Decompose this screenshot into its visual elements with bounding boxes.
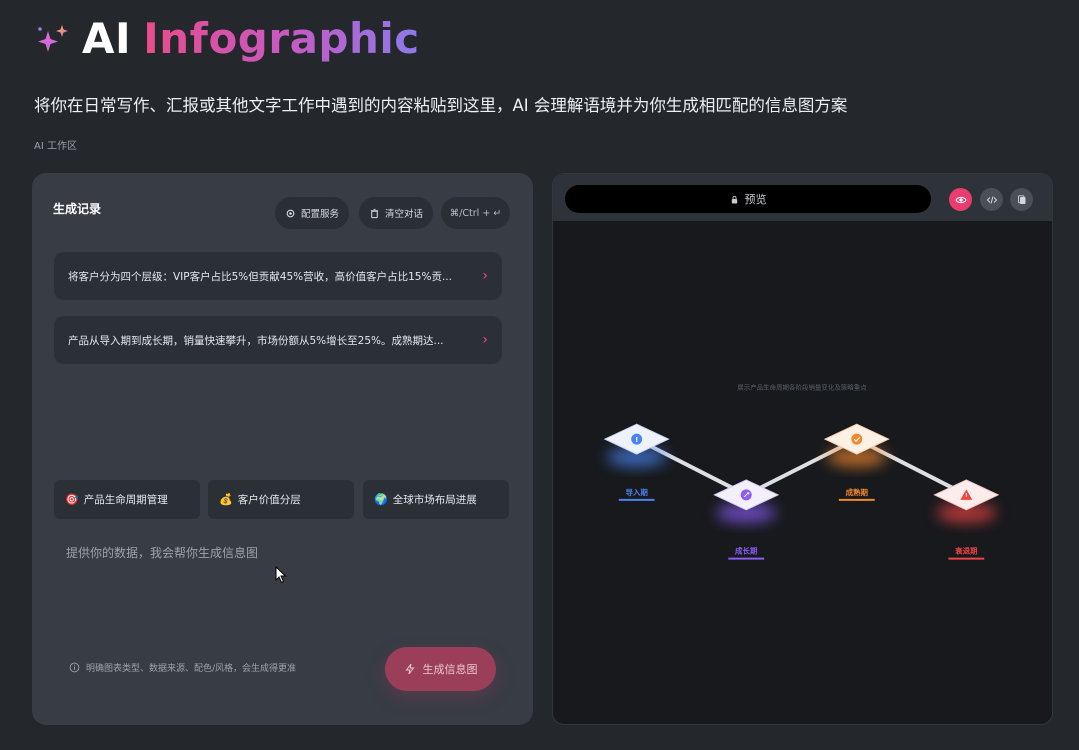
shortcut-label: ⌘/Ctrl + ↵	[449, 207, 502, 219]
stage-node-growth: 成长期	[713, 479, 780, 560]
code-icon	[986, 195, 997, 204]
page-subtitle: 将你在日常写作、汇报或其他文字工作中遇到的内容粘贴到这里，AI 会理解语境并为你…	[34, 96, 848, 115]
quick-prompt-lifecycle[interactable]: 🎯 产品生命周期管理	[54, 480, 200, 519]
trash-icon	[370, 208, 379, 218]
quick-prompt-customer-value[interactable]: 💰 客户价值分层	[208, 480, 354, 519]
infographic-canvas: 展示产品生命周期各阶段销量变化及策略重点 ! 导入期 成长期 成熟期 衰退期	[553, 221, 1052, 724]
input-hint-text: 明确图表类型、数据来源、配色/风格，会生成得更准	[86, 664, 297, 674]
quick-prompt-label: 产品生命周期管理	[83, 494, 168, 506]
config-service-label: 配置服务	[300, 209, 339, 220]
clear-chat-label: 清空对话	[384, 209, 423, 220]
eye-icon	[954, 196, 967, 203]
stage-label-intro: 导入期	[625, 487, 648, 497]
history-item-text: 将客户分为四个层级：VIP客户占比5%但贡献45%营收，高价值客户占比15%贡.…	[68, 270, 452, 283]
sparkle-icon	[34, 19, 74, 59]
history-item[interactable]: 产品从导入期到成长期，销量快速攀升，市场份额从5%增长至25%。成熟期达... …	[54, 316, 502, 364]
stage-label-maturity: 成熟期	[846, 487, 869, 497]
stage-label-growth: 成长期	[735, 546, 758, 556]
chevron-right-icon: ›	[482, 268, 488, 284]
preview-panel: 预览 展示产品生命周期各阶段销量变化及策略重点 ! 导入期 成长期 成熟期 衰退…	[552, 173, 1053, 725]
preview-address-bar: 预览	[565, 185, 931, 213]
copy-button[interactable]	[1010, 188, 1033, 211]
history-item-text: 产品从导入期到成长期，销量快速攀升，市场份额从5%增长至25%。成熟期达...	[68, 334, 444, 347]
quick-prompt-label: 全球市场布局进展	[392, 494, 477, 506]
app-title-word: Infographic	[143, 14, 420, 63]
money-bag-icon: 💰	[219, 493, 233, 506]
generate-label: 生成信息图	[422, 663, 478, 676]
infographic-subtitle: 展示产品生命周期各阶段销量变化及策略重点	[737, 382, 867, 391]
chat-panel: 生成记录 配置服务 清空对话 ⌘/Ctrl + ↵ 将客户分为四个层级：VIP客…	[32, 173, 533, 725]
info-icon	[69, 662, 80, 673]
history-title: 生成记录	[53, 202, 102, 216]
chevron-right-icon: ›	[482, 332, 488, 348]
preview-view-button[interactable]	[949, 188, 972, 211]
connector-lines	[634, 437, 969, 497]
quick-prompt-label: 客户价值分层	[237, 494, 301, 506]
config-service-button[interactable]: 配置服务	[275, 197, 349, 229]
clear-chat-button[interactable]: 清空对话	[359, 197, 433, 229]
gear-icon	[286, 209, 295, 217]
stage-node-decline: 衰退期	[933, 479, 1000, 560]
code-view-button[interactable]	[980, 188, 1003, 211]
target-icon: 🎯	[65, 493, 79, 506]
prompt-input[interactable]	[66, 544, 496, 634]
stage-node-intro: ! 导入期	[603, 423, 670, 501]
infographic-svg: 展示产品生命周期各阶段销量变化及策略重点 ! 导入期 成长期 成熟期 衰退期	[603, 382, 1000, 560]
app-title: AI Infographic	[82, 14, 420, 63]
history-item[interactable]: 将客户分为四个层级：VIP客户占比5%但贡献45%营收，高价值客户占比15%贡.…	[54, 252, 502, 300]
app-header: AI Infographic	[34, 14, 420, 63]
mouse-cursor-icon	[275, 566, 287, 584]
app-title-ai: AI	[82, 14, 132, 63]
stage-node-maturity: 成熟期	[823, 423, 890, 501]
preview-label: 预览	[744, 193, 767, 206]
globe-icon: 🌍	[374, 493, 388, 506]
stage-label-decline: 衰退期	[954, 546, 978, 556]
generate-button[interactable]: 生成信息图	[385, 647, 496, 691]
check-icon	[851, 433, 863, 445]
lightning-icon	[405, 663, 414, 675]
copy-icon	[1017, 194, 1025, 204]
svg-text:!: !	[635, 436, 638, 444]
shortcut-hint-button[interactable]: ⌘/Ctrl + ↵	[441, 197, 510, 229]
input-hint: 明确图表类型、数据来源、配色/风格，会生成得更准	[69, 661, 296, 674]
lock-icon	[731, 195, 737, 204]
quick-prompt-global-market[interactable]: 🌍 全球市场布局进展	[363, 480, 509, 519]
workspace-label: AI 工作区	[34, 141, 77, 152]
